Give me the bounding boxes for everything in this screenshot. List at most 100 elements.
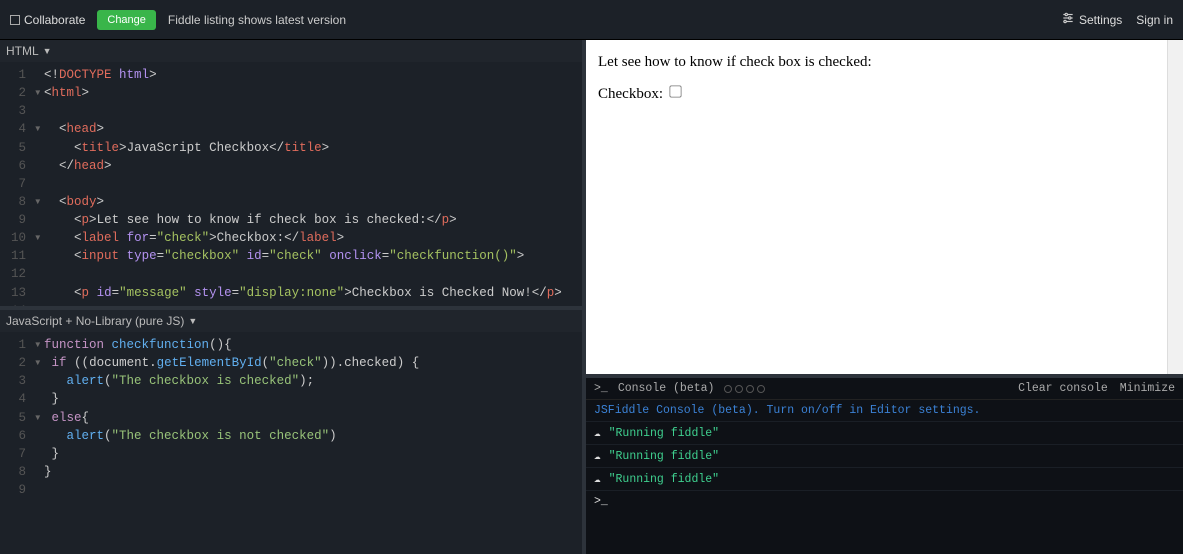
cloud-icon: ☁ xyxy=(594,449,601,463)
code-line[interactable]: 2▾ if ((document.getElementById("check")… xyxy=(0,354,582,372)
code-line[interactable]: 9 <p>Let see how to know if check box is… xyxy=(0,211,582,229)
code-line[interactable]: 3 alert("The checkbox is checked"); xyxy=(0,372,582,390)
checkbox-label: Checkbox: xyxy=(598,86,663,102)
cloud-icon: ☁ xyxy=(594,472,601,486)
fold-icon[interactable] xyxy=(34,302,44,306)
settings-label: Settings xyxy=(1079,13,1122,27)
code-line[interactable]: 6 alert("The checkbox is not checked") xyxy=(0,427,582,445)
fold-icon[interactable]: ▾ xyxy=(34,409,44,427)
listing-message: Fiddle listing shows latest version xyxy=(168,13,346,27)
code-text: function checkfunction(){ xyxy=(44,336,232,354)
fold-icon[interactable]: ▾ xyxy=(34,354,44,372)
minimize-console-link[interactable]: Minimize xyxy=(1120,382,1175,395)
topbar: Collaborate Change Fiddle listing shows … xyxy=(0,0,1183,40)
fold-icon[interactable] xyxy=(34,175,44,193)
code-line[interactable]: 8} xyxy=(0,463,582,481)
line-number: 4 xyxy=(0,390,34,408)
code-text: } xyxy=(44,463,52,481)
console-prompt[interactable]: >_ xyxy=(586,491,1183,512)
fold-icon[interactable] xyxy=(34,247,44,265)
fold-icon[interactable] xyxy=(34,66,44,84)
console-row: ☁ "Running fiddle" xyxy=(586,445,1183,468)
signin-link[interactable]: Sign in xyxy=(1136,13,1173,27)
code-line[interactable]: 3 xyxy=(0,102,582,120)
code-line[interactable]: 2▾<html> xyxy=(0,84,582,102)
fold-icon[interactable] xyxy=(34,463,44,481)
console-row: ☁"Running fiddle" xyxy=(586,468,1183,491)
code-text: <head> xyxy=(44,120,104,138)
code-line[interactable]: 4 } xyxy=(0,390,582,408)
change-button[interactable]: Change xyxy=(97,10,156,30)
result-paragraph: Let see how to know if check box is chec… xyxy=(598,54,1171,71)
collaborate-button[interactable]: Collaborate xyxy=(10,13,85,27)
code-line[interactable]: 4▾ <head> xyxy=(0,120,582,138)
terminal-icon: >_ xyxy=(594,382,608,395)
code-text: alert("The checkbox is checked"); xyxy=(44,372,314,390)
code-line[interactable]: 1▾function checkfunction(){ xyxy=(0,336,582,354)
code-text: <input type="checkbox" id="check" onclic… xyxy=(44,247,524,265)
code-text: </head> xyxy=(44,157,112,175)
code-line[interactable]: 13 <p id="message" style="display:none">… xyxy=(0,284,582,302)
code-line[interactable]: 14 xyxy=(0,302,582,306)
fold-icon[interactable] xyxy=(34,157,44,175)
console-message: "Running fiddle" xyxy=(609,450,719,463)
fold-icon[interactable] xyxy=(34,139,44,157)
fold-icon[interactable] xyxy=(34,211,44,229)
code-text: <p>Let see how to know if check box is c… xyxy=(44,211,457,229)
line-number: 3 xyxy=(0,372,34,390)
result-scrollbar[interactable] xyxy=(1167,40,1183,374)
code-line[interactable]: 1<!DOCTYPE html> xyxy=(0,66,582,84)
fold-icon[interactable] xyxy=(34,265,44,283)
line-number: 2 xyxy=(0,354,34,372)
code-line[interactable]: 8▾ <body> xyxy=(0,193,582,211)
fold-icon[interactable] xyxy=(34,372,44,390)
code-line[interactable]: 6 </head> xyxy=(0,157,582,175)
fold-icon[interactable]: ▾ xyxy=(34,84,44,102)
fold-icon[interactable] xyxy=(34,284,44,302)
html-editor[interactable]: 1<!DOCTYPE html>2▾<html>34▾ <head>5 <tit… xyxy=(0,62,582,306)
fold-icon[interactable] xyxy=(34,481,44,499)
collaborate-icon xyxy=(10,15,20,25)
fold-icon[interactable]: ▾ xyxy=(34,193,44,211)
result-pane: Let see how to know if check box is chec… xyxy=(586,40,1183,374)
html-pane-header[interactable]: HTML ▼ xyxy=(0,40,582,62)
fold-icon[interactable]: ▾ xyxy=(34,336,44,354)
code-line[interactable]: 10▾ <label for="check">Checkbox:</label> xyxy=(0,229,582,247)
code-line[interactable]: 9 xyxy=(0,481,582,499)
clear-console-link[interactable]: Clear console xyxy=(1018,382,1108,395)
fold-icon[interactable] xyxy=(34,390,44,408)
checkbox-input[interactable] xyxy=(669,85,681,97)
code-text: } xyxy=(44,390,59,408)
code-line[interactable]: 12 xyxy=(0,265,582,283)
code-line[interactable]: 11 <input type="checkbox" id="check" onc… xyxy=(0,247,582,265)
fold-icon[interactable] xyxy=(34,445,44,463)
line-number: 5 xyxy=(0,139,34,157)
line-number: 5 xyxy=(0,409,34,427)
line-number: 12 xyxy=(0,265,34,283)
code-text: <label for="check">Checkbox:</label> xyxy=(44,229,344,247)
console-title: Console (beta) xyxy=(618,382,715,395)
console-message: "Running fiddle" xyxy=(609,427,719,440)
code-text: <title>JavaScript Checkbox</title> xyxy=(44,139,329,157)
js-pane-header[interactable]: JavaScript + No-Library (pure JS) ▼ xyxy=(0,310,582,332)
code-line[interactable]: 5 <title>JavaScript Checkbox</title> xyxy=(0,139,582,157)
caret-down-icon: ▼ xyxy=(43,46,52,56)
line-number: 2 xyxy=(0,84,34,102)
filter-dot-icon xyxy=(746,385,754,393)
fold-icon[interactable]: ▾ xyxy=(34,229,44,247)
code-line[interactable]: 7 } xyxy=(0,445,582,463)
console-banner: JSFiddle Console (beta). Turn on/off in … xyxy=(586,400,1183,422)
html-pane-label: HTML xyxy=(6,44,39,58)
code-line[interactable]: 7 xyxy=(0,175,582,193)
code-line[interactable]: 5▾ else{ xyxy=(0,409,582,427)
fold-icon[interactable] xyxy=(34,427,44,445)
line-number: 10 xyxy=(0,229,34,247)
js-pane-label: JavaScript + No-Library (pure JS) xyxy=(6,314,184,328)
fold-icon[interactable] xyxy=(34,102,44,120)
console-filter-icons[interactable] xyxy=(724,385,765,393)
settings-button[interactable]: Settings xyxy=(1061,11,1122,28)
line-number: 7 xyxy=(0,445,34,463)
line-number: 3 xyxy=(0,102,34,120)
js-editor[interactable]: 1▾function checkfunction(){2▾ if ((docum… xyxy=(0,332,582,554)
fold-icon[interactable]: ▾ xyxy=(34,120,44,138)
